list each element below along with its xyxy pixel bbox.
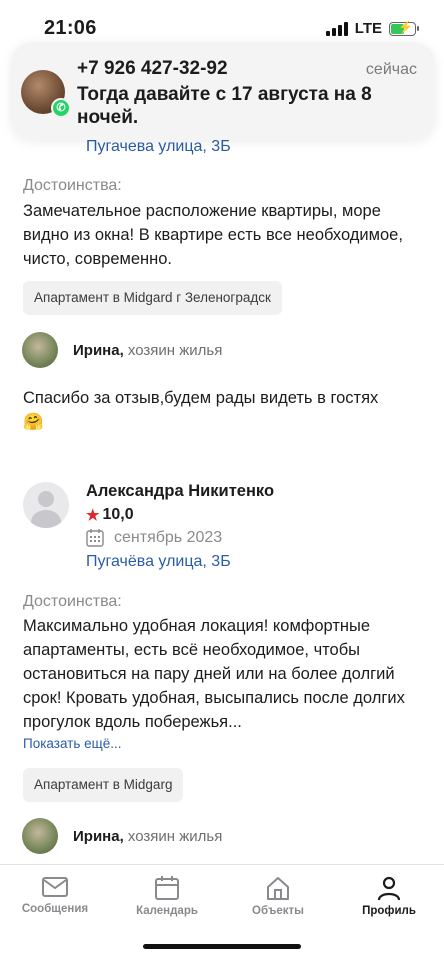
whatsapp-icon: ✆ (51, 98, 71, 118)
tab-messages-label: Сообщения (21, 903, 89, 915)
host-role: хозяин жилья (127, 342, 223, 359)
rating-value: 10,0 (102, 506, 134, 523)
host-reply-text: Спасибо за отзыв,будем рады видеть в гос… (23, 386, 433, 434)
host-role: хозяин жилья (127, 828, 223, 845)
host-reply-message: Спасибо за отзыв,будем рады видеть в гос… (23, 389, 379, 407)
battery-icon: ⚡ (389, 20, 419, 36)
tab-messages[interactable]: Сообщения (5, 875, 105, 915)
hug-emoji-icon: 🤗 (23, 413, 44, 431)
apartment-tag[interactable]: Апартамент в Midgard г Зеленоградск (23, 281, 282, 315)
host-reply-header: Ирина, хозяин жилья (73, 342, 222, 359)
pros-text: Максимально удобная локация! комфортные … (23, 617, 405, 731)
review-address-link[interactable]: Пугачева улица, 3Б (86, 138, 231, 156)
pros-text: Замечательное расположение квартиры, мор… (23, 202, 403, 268)
calendar-icon (86, 529, 104, 547)
tab-profile-label: Профиль (362, 905, 416, 917)
tab-objects[interactable]: Объекты (228, 875, 328, 917)
review-date: сентябрь 2023 (114, 528, 223, 546)
apartment-tag[interactable]: Апартамент в Midgarg (23, 768, 184, 802)
host-avatar (22, 818, 58, 854)
host-name: Ирина, (73, 828, 124, 845)
show-more-link[interactable]: Показать ещё... (23, 736, 122, 751)
host-reply-header: Ирина, хозяин жилья (73, 828, 222, 845)
house-icon (267, 877, 289, 900)
whatsapp-notification[interactable]: ✆ +7 926 427-32-92 сейчас Тогда давайте … (11, 42, 435, 140)
tab-profile[interactable]: Профиль (339, 875, 439, 917)
user-avatar[interactable] (23, 482, 69, 528)
pros-label: Достоинства: (23, 593, 122, 610)
calendar-icon (155, 876, 179, 900)
status-indicators: LTE ⚡ (325, 20, 419, 37)
person-icon (377, 876, 401, 901)
signal-icon (325, 21, 348, 36)
status-time: 21:06 (44, 17, 97, 39)
review-address-link[interactable]: Пугачёва улица, 3Б (86, 553, 231, 571)
tab-calendar[interactable]: Календарь (117, 875, 217, 917)
network-label: LTE (354, 20, 382, 37)
pros-label: Достоинства: (23, 177, 122, 194)
mail-icon (42, 877, 68, 897)
notification-time: сейчас (365, 61, 417, 78)
review-author: Александра Никитенко (86, 482, 275, 500)
notification-body: Тогда давайте с 17 августа на 8 ночей. (77, 84, 372, 128)
home-indicator[interactable] (143, 944, 301, 949)
review-date-row: сентябрь 2023 (86, 528, 222, 547)
host-avatar (22, 332, 58, 368)
review-rating: ★ 10,0 (86, 506, 134, 524)
notification-title: +7 926 427-32-92 (77, 58, 228, 79)
tab-objects-label: Объекты (252, 905, 304, 917)
tab-calendar-label: Календарь (136, 905, 198, 917)
host-name: Ирина, (73, 342, 124, 359)
star-icon: ★ (86, 507, 100, 524)
